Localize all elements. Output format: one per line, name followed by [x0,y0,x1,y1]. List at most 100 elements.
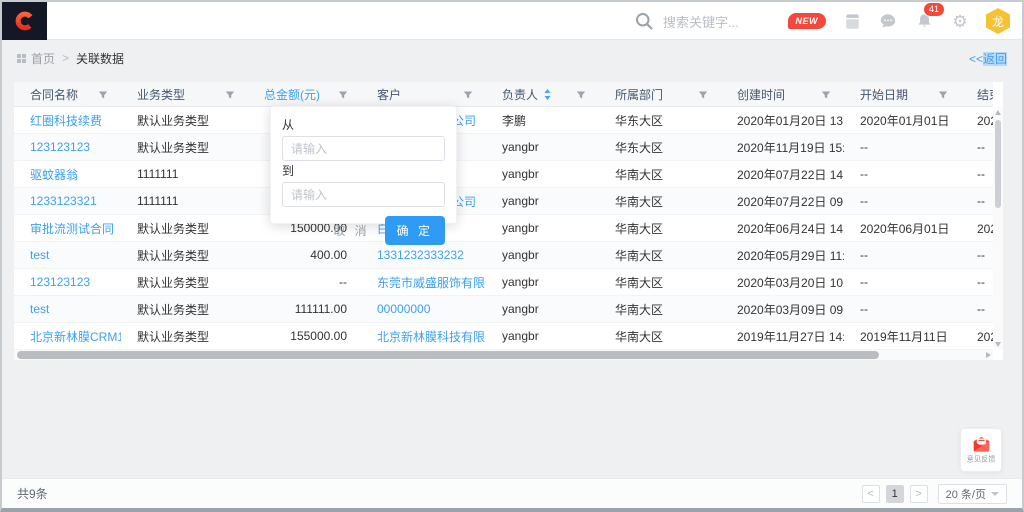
total-count: 共9条 [17,485,48,502]
end-date-cell: -- [961,302,993,316]
notebook-icon[interactable] [842,11,862,31]
business-type-cell: 默认业务类型 [121,274,248,291]
filter-to-input[interactable] [282,182,445,207]
current-page[interactable]: 1 [886,485,904,503]
column-header-4[interactable]: 客户 [361,82,486,106]
prev-page-button[interactable]: < [862,485,880,503]
app-window: 搜索关键字... NEW [0,0,1024,512]
column-header-9[interactable]: 结束日期 [961,82,993,106]
column-header-6[interactable]: 所属部门 [599,82,721,106]
bell-icon[interactable]: 41 [914,11,934,31]
filter-funnel-icon[interactable] [338,89,348,103]
contract-name-link[interactable]: 123123123 [14,140,121,154]
avatar[interactable]: 龙 [986,8,1010,34]
app-logo[interactable] [2,2,47,40]
column-header-8[interactable]: 开始日期 [844,82,961,106]
filter-funnel-icon[interactable] [98,89,108,103]
customer-link[interactable]: 00000000 [361,302,486,316]
department-cell: 华南大区 [599,328,721,345]
column-header-2[interactable]: 业务类型 [121,82,248,106]
filter-funnel-icon[interactable] [225,89,235,103]
table-row: 审批流测试合同默认业务类型150000.00白度yangbr华南大区2020年0… [14,215,993,242]
owner-cell: 李鹏 [486,112,599,129]
sort-icon[interactable] [543,88,552,101]
business-type-cell: 1111111 [121,167,248,181]
gear-icon[interactable]: ⚙ [950,11,970,31]
chat-icon[interactable] [878,11,898,31]
start-date-cell: 2020年01月01日 [844,112,961,129]
start-date-cell: 2019年11月11日 [844,328,961,345]
start-date-cell: 2020年06月01日 [844,220,961,237]
new-badge[interactable]: NEW [788,13,827,29]
start-date-cell: -- [844,275,961,289]
horizontal-scrollbar[interactable] [14,350,993,360]
column-header-1[interactable]: 合同名称 [14,82,121,106]
notification-badge[interactable]: 41 [923,2,945,17]
contract-name-link[interactable]: 红圈科技续费 [14,112,121,129]
end-date-cell: -- [961,275,993,289]
topbar-icons: NEW 41 ⚙ [788,2,1011,40]
scroll-down-arrow-icon[interactable] [995,342,1001,347]
filter-funnel-icon[interactable] [938,89,948,103]
filter-funnel-icon[interactable] [698,89,708,103]
page-size-select[interactable]: 20 条/页 [938,484,1007,504]
contract-name-link[interactable]: 北京新林膜CRM100用户... [14,328,121,345]
column-header-7[interactable]: 创建时间 [721,82,844,106]
customer-link[interactable]: 东莞市威盛服饰有限公司 [361,274,486,291]
department-cell: 华东大区 [599,112,721,129]
contract-name-link[interactable]: test [14,248,121,262]
topbar: 搜索关键字... NEW [2,2,1022,40]
feedback-button[interactable]: 意见反馈 [960,428,1002,472]
column-label: 总金额(元) [264,86,320,103]
total-amount-cell: 111111.00 [248,302,361,316]
end-date-cell: 2020年 [961,328,993,345]
cancel-button[interactable]: 取 消 [333,222,369,239]
footer-bar: 共9条 < 1 > 20 条/页 [2,478,1022,508]
column-header-5[interactable]: 负责人 [486,82,599,106]
scroll-right-arrow-icon[interactable] [986,352,991,358]
filter-funnel-icon[interactable] [576,89,586,103]
column-label: 所属部门 [615,86,663,103]
chevron-down-icon [991,492,999,496]
owner-cell: yangbr [486,140,599,154]
column-header-3[interactable]: 总金额(元) [248,82,361,106]
horizontal-scroll-thumb[interactable] [17,351,879,359]
brand-c-icon [14,10,36,32]
business-type-cell: 默认业务类型 [121,220,248,237]
created-time-cell: 2020年07月22日 14:04 [721,166,844,183]
table-row: 北京新林膜CRM100用户...默认业务类型155000.00北京新林膜科技有限… [14,323,993,350]
column-label: 负责人 [502,86,538,103]
created-time-cell: 2020年06月24日 14:45 [721,220,844,237]
confirm-button[interactable]: 确 定 [385,216,445,245]
table-row: 123123123默认业务类型--东莞市威盛服饰有限公司yangbr华南大区20… [14,269,993,296]
filter-funnel-icon[interactable] [463,89,473,103]
business-type-cell: 默认业务类型 [121,301,248,318]
start-date-cell: -- [844,302,961,316]
scroll-up-arrow-icon[interactable] [995,110,1001,115]
filter-funnel-icon[interactable] [821,89,831,103]
contract-name-link[interactable]: 审批流测试合同 [14,220,121,237]
contract-name-link[interactable]: 1233123321 [14,194,121,208]
created-time-cell: 2020年01月20日 13:23 [721,112,844,129]
breadcrumb-home[interactable]: 首页 [31,50,55,67]
filter-to-label: 到 [282,162,445,179]
owner-cell: yangbr [486,248,599,262]
end-date-cell: -- [961,167,993,181]
end-date-cell: 2020年 [961,112,993,129]
contract-name-link[interactable]: test [14,302,121,316]
filter-popup-footer: 取 消 确 定 [282,216,445,245]
customer-link[interactable]: 北京新林膜科技有限公司 [361,328,486,345]
table-body: 红圈科技续费默认业务类型公司李鹏华东大区2020年01月20日 13:23202… [14,107,993,350]
back-link[interactable]: <<返回 [969,50,1007,67]
contract-name-link[interactable]: 驱蚊器翁 [14,166,121,183]
column-label: 创建时间 [737,86,785,103]
next-page-button[interactable]: > [910,485,928,503]
end-date-cell: -- [961,248,993,262]
customer-link[interactable]: 1331232333232 [361,248,486,262]
table-row: test默认业务类型400.001331232333232yangbr华南大区2… [14,242,993,269]
vertical-scrollbar[interactable] [993,107,1003,350]
vertical-scroll-thumb[interactable] [995,120,1001,208]
filter-from-input[interactable] [282,136,445,161]
contract-name-link[interactable]: 123123123 [14,275,121,289]
global-search[interactable]: 搜索关键字... [634,2,739,40]
